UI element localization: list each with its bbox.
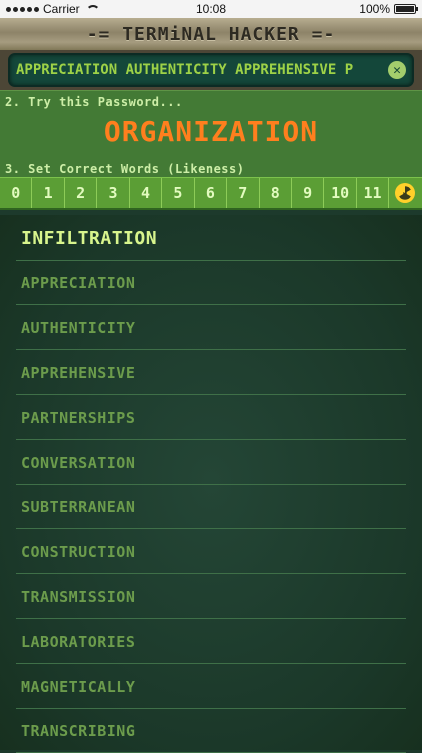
words-entry-text: APPRECIATION AUTHENTICITY APPREHENSIVE P xyxy=(16,62,354,78)
word-item[interactable]: APPRECIATION xyxy=(16,261,406,305)
status-bar: Carrier 10:08 100% xyxy=(0,0,422,18)
likeness-button-6[interactable]: 6 xyxy=(195,178,228,208)
word-item[interactable]: MAGNETICALLY xyxy=(16,665,406,709)
battery-percent: 100% xyxy=(359,2,390,16)
word-item[interactable]: LABORATORIES xyxy=(16,620,406,664)
wifi-icon xyxy=(85,4,100,14)
carrier-indicator: Carrier xyxy=(6,2,100,16)
likeness-button-11[interactable]: 11 xyxy=(357,178,390,208)
radiation-icon xyxy=(395,183,416,203)
likeness-button-1[interactable]: 1 xyxy=(32,178,65,208)
word-item[interactable]: CONSTRUCTION xyxy=(16,530,406,574)
word-item-active[interactable]: INFILTRATION xyxy=(16,217,406,261)
words-entry-field[interactable]: APPRECIATION AUTHENTICITY APPREHENSIVE P… xyxy=(8,53,414,87)
candidate-word-list: INFILTRATION APPRECIATION AUTHENTICITY A… xyxy=(0,215,422,753)
suggested-password: ORGANIZATION xyxy=(103,115,319,148)
signal-strength-icon xyxy=(6,6,39,12)
word-item[interactable]: APPREHENSIVE xyxy=(16,351,406,395)
likeness-button-8[interactable]: 8 xyxy=(260,178,292,208)
carrier-name: Carrier xyxy=(43,2,80,16)
step-2-label: 2. Try this Password... xyxy=(5,95,183,109)
likeness-button-3[interactable]: 3 xyxy=(97,178,130,208)
likeness-button-7[interactable]: 7 xyxy=(227,178,260,208)
app-title-bar: -= TERMiNAL HACKER =- xyxy=(0,18,422,50)
word-item[interactable]: TRANSMISSION xyxy=(16,575,406,619)
password-panel: 2. Try this Password... ORGANIZATION xyxy=(0,90,422,161)
likeness-button-0[interactable]: 0 xyxy=(0,178,33,208)
radiation-button[interactable] xyxy=(389,178,421,208)
word-item[interactable]: SUBTERRANEAN xyxy=(16,485,406,529)
likeness-button-4[interactable]: 4 xyxy=(130,178,163,208)
word-item[interactable]: PARTNERSHIPS xyxy=(16,396,406,440)
step-3-bar: 3. Set Correct Words (Likeness) xyxy=(0,161,422,177)
likeness-button-5[interactable]: 5 xyxy=(162,178,195,208)
word-item[interactable]: TRANSCRIBING xyxy=(16,709,406,753)
likeness-selector: 0 1 2 3 4 5 6 7 8 9 10 11 xyxy=(0,177,422,210)
app-title: -= TERMiNAL HACKER =- xyxy=(86,23,336,45)
likeness-button-2[interactable]: 2 xyxy=(65,178,98,208)
words-entry-strip: APPRECIATION AUTHENTICITY APPREHENSIVE P… xyxy=(0,50,422,90)
battery-icon xyxy=(394,4,418,14)
likeness-button-10[interactable]: 10 xyxy=(324,178,357,208)
likeness-button-9[interactable]: 9 xyxy=(292,178,325,208)
step-3-label: 3. Set Correct Words (Likeness) xyxy=(5,162,245,176)
word-item[interactable]: CONVERSATION xyxy=(16,441,406,485)
clear-x-icon[interactable]: ✕ xyxy=(388,61,406,79)
word-item[interactable]: AUTHENTICITY xyxy=(16,306,406,350)
